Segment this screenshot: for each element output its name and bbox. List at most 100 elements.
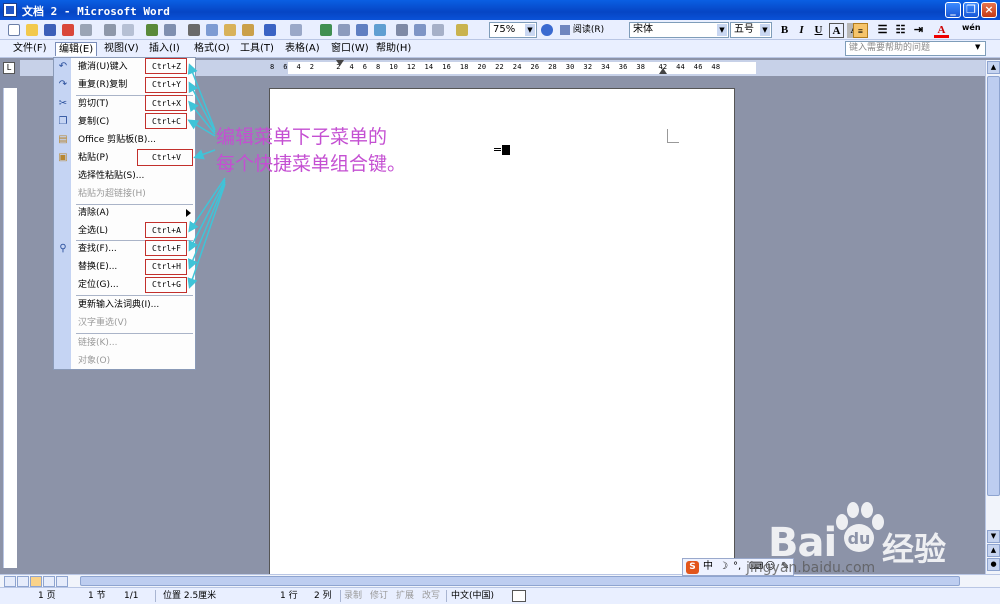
help-dropdown-icon[interactable]: ▼ bbox=[975, 43, 980, 51]
close-button[interactable]: × bbox=[981, 2, 997, 18]
scroll-down-button[interactable]: ▼ bbox=[987, 530, 1000, 543]
ime-mode[interactable]: 中 bbox=[703, 559, 713, 575]
punctuation-icon[interactable]: °, bbox=[733, 559, 741, 575]
scroll-thumb[interactable] bbox=[987, 76, 1000, 496]
menu-file[interactable]: 文件(F) bbox=[10, 42, 50, 56]
hyperlink-icon[interactable] bbox=[320, 24, 332, 36]
normal-view-icon[interactable] bbox=[4, 576, 16, 587]
menu-item-clear[interactable]: 清除(A) bbox=[54, 204, 195, 222]
indent-icon[interactable]: ⇥ bbox=[911, 23, 926, 38]
show-hide-icon[interactable] bbox=[456, 24, 468, 36]
phonetic-guide-button[interactable]: wén bbox=[962, 23, 981, 38]
shortcut-highlight-box bbox=[145, 240, 187, 256]
menu-edit[interactable]: 编辑(E) bbox=[55, 42, 98, 56]
zoom-select[interactable]: 75% ▼ bbox=[489, 22, 537, 38]
tab-selector[interactable]: L bbox=[3, 62, 15, 74]
scroll-up-button[interactable]: ▲ bbox=[987, 61, 1000, 74]
menu-view[interactable]: 视图(V) bbox=[101, 42, 142, 56]
shortcut-highlight-box bbox=[145, 113, 187, 129]
font-name-select[interactable]: 宋体 ▼ bbox=[629, 22, 729, 38]
word-app-icon[interactable] bbox=[3, 3, 17, 17]
restore-button[interactable]: ❐ bbox=[963, 2, 979, 18]
menu-item-label: 粘贴为超链接(H) bbox=[78, 189, 146, 199]
redo-icon[interactable] bbox=[290, 24, 302, 36]
save-icon[interactable] bbox=[44, 24, 56, 36]
status-language[interactable]: 中文(中国) bbox=[451, 588, 494, 604]
new-document-icon[interactable] bbox=[8, 24, 20, 36]
spelling-status-icon[interactable] bbox=[512, 590, 526, 602]
format-painter-icon[interactable] bbox=[242, 24, 254, 36]
columns-icon[interactable] bbox=[396, 24, 408, 36]
menu-item-links: 链接(K)... bbox=[54, 334, 195, 352]
chevron-down-icon: ▼ bbox=[760, 24, 770, 36]
status-overtype[interactable]: 改写 bbox=[422, 588, 440, 604]
menu-item-label: 查找(F)... bbox=[78, 244, 117, 254]
print-preview-icon[interactable] bbox=[80, 24, 92, 36]
menu-item-paste-as-hyperlink: 粘贴为超链接(H) bbox=[54, 185, 195, 203]
print-layout-view-icon[interactable] bbox=[30, 576, 42, 587]
reading-view-icon[interactable] bbox=[56, 576, 68, 587]
menu-item-paste-special[interactable]: 选择性粘贴(S)... bbox=[54, 167, 195, 185]
web-view-icon[interactable] bbox=[17, 576, 29, 587]
menu-item-office-clipboard[interactable]: ▤ Office 剪贴板(B)... bbox=[54, 131, 195, 149]
minimize-button[interactable]: _ bbox=[945, 2, 961, 18]
font-size-select[interactable]: 五号 ▼ bbox=[730, 22, 772, 38]
menu-format[interactable]: 格式(O) bbox=[191, 42, 233, 56]
book-icon bbox=[560, 24, 570, 35]
research-icon[interactable] bbox=[164, 24, 176, 36]
print-icon[interactable] bbox=[104, 24, 116, 36]
drawing-icon[interactable] bbox=[414, 24, 426, 36]
baidu-watermark: Bai du 经验 jingyan.baidu.com bbox=[746, 500, 988, 580]
italic-button[interactable]: I bbox=[794, 23, 809, 38]
tables-borders-icon[interactable] bbox=[338, 24, 350, 36]
menu-item-label: 清除(A) bbox=[78, 208, 110, 218]
text-cursor bbox=[494, 145, 512, 155]
cut-icon[interactable] bbox=[188, 24, 200, 36]
watermark-brand-2: 经验 bbox=[882, 530, 947, 568]
copy-icon[interactable] bbox=[206, 24, 218, 36]
previous-page-button[interactable]: ▲ bbox=[987, 544, 1000, 557]
menu-table[interactable]: 表格(A) bbox=[282, 42, 323, 56]
clipboard-icon: ▤ bbox=[58, 134, 68, 145]
half-width-icon[interactable]: ☽ bbox=[719, 559, 728, 575]
paste-icon: ▣ bbox=[58, 152, 68, 163]
char-border-button[interactable]: A bbox=[829, 23, 844, 38]
bullets-icon[interactable]: ☷ bbox=[893, 23, 908, 38]
doc-map-icon[interactable] bbox=[432, 24, 444, 36]
numbering-icon[interactable]: ☰ bbox=[875, 23, 890, 38]
insert-excel-icon[interactable] bbox=[374, 24, 386, 36]
menu-item-update-ime-dictionary[interactable]: 更新输入法词典(I)... bbox=[54, 296, 195, 314]
right-indent-marker[interactable] bbox=[659, 68, 667, 74]
select-browse-object-button[interactable]: ● bbox=[987, 558, 1000, 571]
paste-icon[interactable] bbox=[224, 24, 236, 36]
permission-icon[interactable] bbox=[62, 24, 74, 36]
menu-help[interactable]: 帮助(H) bbox=[373, 42, 414, 56]
bold-button[interactable]: B bbox=[777, 23, 792, 38]
menu-tools[interactable]: 工具(T) bbox=[237, 42, 277, 56]
outline-view-icon[interactable] bbox=[43, 576, 55, 587]
status-section: 1 节 bbox=[88, 591, 106, 601]
underline-button[interactable]: U bbox=[811, 23, 826, 38]
align-justify-button[interactable]: ≡ bbox=[853, 23, 868, 38]
help-icon[interactable] bbox=[541, 24, 553, 36]
menu-window[interactable]: 窗口(W) bbox=[328, 42, 372, 56]
status-track-changes[interactable]: 修订 bbox=[370, 588, 388, 604]
read-button[interactable]: 阅读(R) bbox=[560, 22, 614, 38]
insert-table-icon[interactable] bbox=[356, 24, 368, 36]
help-search-input[interactable]: 键入需要帮助的问题 bbox=[845, 41, 986, 56]
menu-item-label: 汉字重选(V) bbox=[78, 318, 128, 328]
vertical-scrollbar[interactable]: ▲ ▼ ▲ ● bbox=[985, 60, 1000, 574]
status-extend[interactable]: 扩展 bbox=[396, 588, 414, 604]
status-bar: 1 页 1 节 1/1 位置 2.5厘米 1 行 2 列 录制 修订 扩展 改写… bbox=[0, 587, 1000, 604]
undo-icon[interactable] bbox=[264, 24, 276, 36]
status-record[interactable]: 录制 bbox=[344, 588, 362, 604]
menu-insert[interactable]: 插入(I) bbox=[146, 42, 183, 56]
font-color-button[interactable]: A bbox=[934, 23, 949, 38]
vertical-ruler[interactable] bbox=[3, 88, 17, 568]
window-title: 文档 2 - Microsoft Word bbox=[22, 5, 170, 18]
preview-icon[interactable] bbox=[122, 24, 134, 36]
spelling-icon[interactable] bbox=[146, 24, 158, 36]
open-icon[interactable] bbox=[26, 24, 38, 36]
first-line-indent-marker[interactable] bbox=[336, 60, 344, 66]
status-separator bbox=[155, 590, 156, 602]
